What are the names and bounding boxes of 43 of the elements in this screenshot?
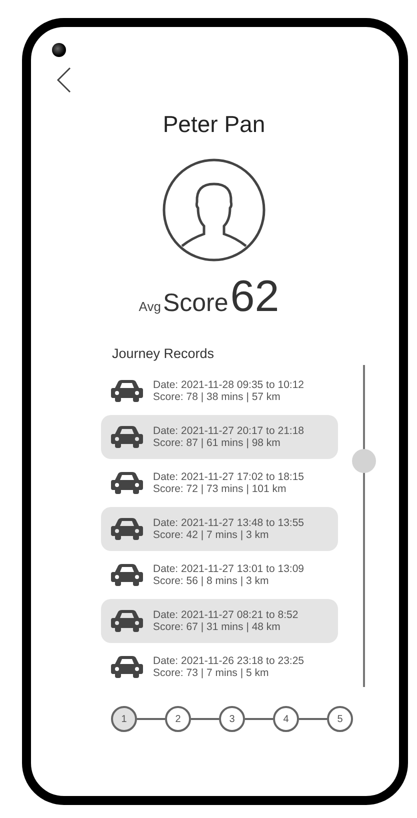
journey-summary: Score: 73 | 7 mins | 5 km [153, 667, 270, 679]
car-icon [111, 472, 143, 494]
journey-record[interactable]: Date: 2021-11-27 13:48 to 13:55 Score: 42 | 7 mins | 3 km [101, 507, 338, 551]
scrollbar[interactable] [351, 365, 377, 687]
car-icon [111, 426, 143, 448]
scroll-thumb[interactable] [352, 449, 376, 473]
journey-summary: Score: 87 | 61 mins | 98 km [153, 437, 282, 449]
journey-summary: Score: 67 | 31 mins | 48 km [153, 621, 282, 633]
user-name: Peter Pan [162, 111, 266, 138]
journey-date: Date: 2021-11-28 09:35 to 10:12 [153, 379, 304, 391]
journey-date: Date: 2021-11-27 20:17 to 21:18 [153, 425, 304, 437]
page-button[interactable]: 2 [165, 706, 191, 732]
camera-icon [52, 43, 66, 57]
journey-date: Date: 2021-11-27 13:01 to 13:09 [153, 563, 304, 575]
journey-record[interactable]: Date: 2021-11-26 23:18 to 23:25 Score: 73 | 7 mins | 5 km [101, 645, 338, 689]
car-icon [111, 380, 143, 402]
journey-summary: Score: 56 | 8 mins | 3 km [153, 575, 270, 587]
journey-date: Date: 2021-11-27 17:02 to 18:15 [153, 471, 304, 483]
journey-date: Date: 2021-11-26 23:18 to 23:25 [153, 655, 304, 667]
journey-date: Date: 2021-11-27 13:48 to 13:55 [153, 517, 304, 529]
back-button[interactable] [56, 67, 72, 93]
journey-summary: Score: 42 | 7 mins | 3 km [153, 529, 270, 541]
journey-record[interactable]: Date: 2021-11-27 17:02 to 18:15 Score: 72 | 73 mins | 101 km [101, 461, 338, 505]
score-label: Score [162, 289, 228, 318]
car-icon [111, 518, 143, 540]
page-button[interactable]: 1 [111, 706, 137, 732]
page-button[interactable]: 4 [273, 706, 299, 732]
car-icon [111, 656, 143, 678]
journey-summary: Score: 72 | 73 mins | 101 km [153, 483, 288, 495]
journey-record[interactable]: Date: 2021-11-27 08:21 to 8:52 Score: 67 | 31 mins | 48 km [101, 599, 338, 643]
journey-record[interactable]: Date: 2021-11-27 13:01 to 13:09 Score: 56 | 8 mins | 3 km [101, 553, 338, 597]
page-button[interactable]: 5 [327, 706, 353, 732]
section-title: Journey Records [112, 346, 216, 361]
journey-date: Date: 2021-11-27 08:21 to 8:52 [153, 609, 298, 621]
journey-summary: Score: 78 | 38 mins | 57 km [153, 391, 282, 403]
avatar-icon [162, 158, 266, 262]
score-value: 62 [230, 272, 280, 322]
journey-record[interactable]: Date: 2021-11-27 20:17 to 21:18 Score: 87 | 61 mins | 98 km [101, 415, 338, 459]
avg-label: Avg [138, 299, 161, 314]
car-icon [111, 564, 143, 586]
page-button[interactable]: 3 [219, 706, 245, 732]
car-icon [111, 610, 143, 632]
journey-record[interactable]: Date: 2021-11-28 09:35 to 10:12 Score: 78 | 38 mins | 57 km [101, 369, 338, 413]
